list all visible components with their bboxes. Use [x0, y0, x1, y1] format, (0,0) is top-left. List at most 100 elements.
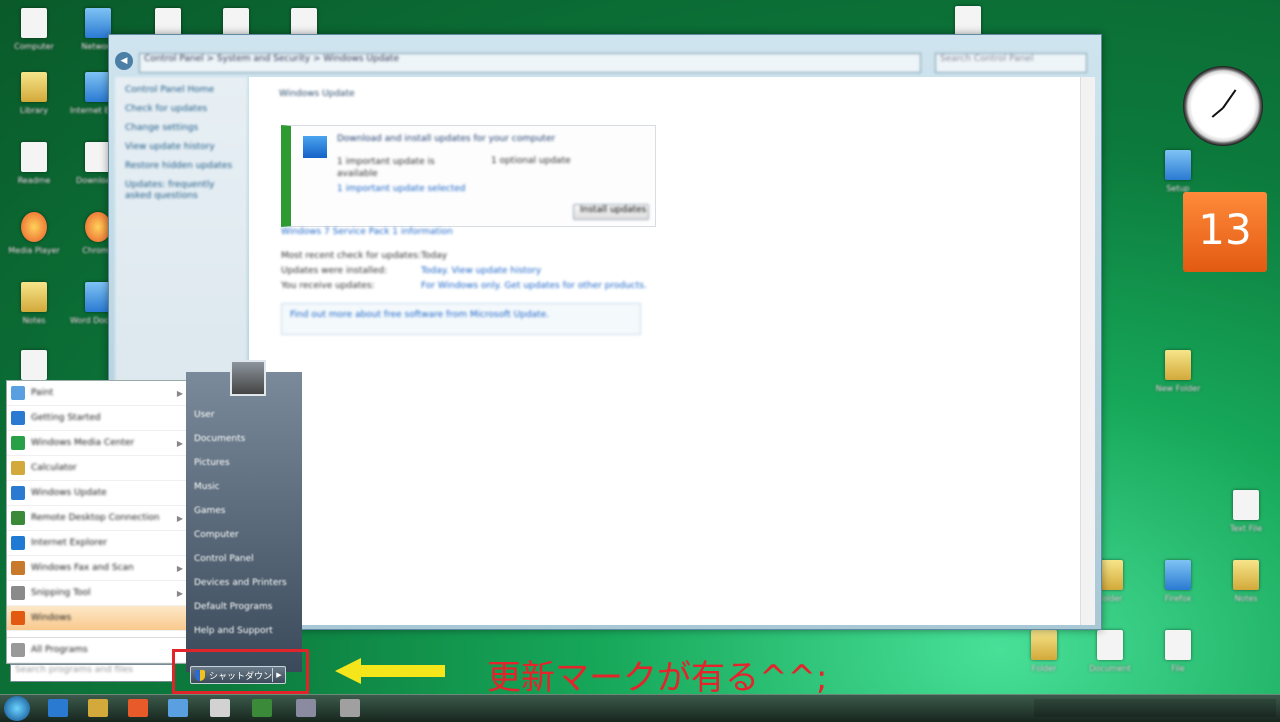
start-menu: Paint ▶ Getting Started Windows Media Cente…	[0, 360, 302, 694]
taskbar-media-icon[interactable]	[128, 699, 148, 717]
card-title: Download and install updates for your co…	[337, 134, 556, 144]
start-menu-item[interactable]: All Programs	[7, 637, 187, 663]
start-menu-place[interactable]: User	[194, 410, 215, 420]
service-pack-link[interactable]: Windows 7 Service Pack 1 information	[281, 227, 453, 237]
start-orb-icon[interactable]	[4, 696, 30, 721]
install-updates-button[interactable]: Install updates	[573, 204, 649, 220]
desktop-icon-label: New Folder	[1155, 384, 1201, 393]
desktop-icon[interactable]: Media Player	[6, 212, 62, 255]
start-menu-place[interactable]: Music	[194, 482, 220, 492]
sidebar-link[interactable]: View update history	[125, 142, 237, 153]
start-menu-place[interactable]: Documents	[194, 434, 245, 444]
card-link[interactable]: 1 important update selected	[337, 184, 465, 194]
start-menu-item[interactable]: Windows	[7, 606, 187, 631]
calendar-gadget[interactable]: 13	[1183, 192, 1267, 272]
clock-gadget[interactable]	[1183, 66, 1263, 146]
sidebar-link[interactable]: Check for updates	[125, 104, 237, 115]
windows-update-icon	[303, 136, 327, 158]
desktop-icon[interactable]: Readme	[6, 142, 62, 185]
taskbar-app-icon[interactable]	[168, 699, 188, 717]
back-icon[interactable]: ◀	[115, 52, 133, 70]
desktop-icon[interactable]: Firefox	[1150, 560, 1206, 603]
sidebar-link[interactable]: Change settings	[125, 123, 237, 134]
start-menu-item-label: All Programs	[31, 645, 88, 655]
desktop-icon[interactable]: Text File	[1218, 490, 1274, 533]
start-menu-item-label: Windows Media Center	[31, 438, 135, 448]
start-menu-item-label: Windows	[31, 613, 72, 623]
start-menu-item[interactable]: Getting Started	[7, 406, 187, 431]
card-optional[interactable]: 1 optional update	[491, 156, 571, 166]
info-value[interactable]: For Windows only. Get updates for other …	[421, 281, 647, 291]
start-menu-item[interactable]: Calculator	[7, 456, 187, 481]
desktop-icon[interactable]: Setup	[1150, 150, 1206, 193]
program-icon	[11, 586, 25, 600]
desktop-icon[interactable]: Computer	[6, 8, 62, 51]
taskbar-app3-icon[interactable]	[296, 699, 316, 717]
program-icon	[11, 461, 25, 475]
program-icon	[11, 643, 25, 657]
submenu-arrow-icon: ▶	[176, 388, 183, 398]
highlight-box	[172, 649, 309, 694]
desktop-icon-label: Notes	[1234, 594, 1258, 603]
program-icon	[11, 386, 25, 400]
address-text: Control Panel > System and Security > Wi…	[144, 54, 400, 64]
card-description[interactable]: 1 important update is available	[337, 156, 477, 180]
taskbar-ie-icon[interactable]	[48, 699, 68, 717]
desktop-icon-label: Library	[20, 106, 48, 115]
start-menu-place[interactable]: Default Programs	[194, 602, 272, 612]
address-bar[interactable]: Control Panel > System and Security > Wi…	[139, 53, 921, 73]
desktop-icon-label: Readme	[17, 176, 51, 185]
doc-icon	[21, 142, 47, 172]
sidebar-link[interactable]: Restore hidden updates	[125, 161, 237, 172]
taskbar-app4-icon[interactable]	[340, 699, 360, 717]
pointer-arrow	[335, 658, 445, 684]
desktop-icon[interactable]: New Folder	[1150, 350, 1206, 393]
sidebar-link[interactable]: Updates: frequently asked questions	[125, 180, 237, 202]
taskbar-app2-icon[interactable]	[252, 699, 272, 717]
desktop-icon[interactable]: Document	[1082, 630, 1138, 673]
doc-icon	[955, 6, 981, 36]
user-avatar[interactable]	[230, 360, 266, 396]
sidebar-link[interactable]: Control Panel Home	[125, 85, 237, 96]
content-area: Windows Update Download and install upda…	[249, 77, 1095, 625]
start-search-input[interactable]: Search programs and files	[10, 664, 174, 682]
desktop-icon[interactable]: Library	[6, 72, 62, 115]
taskbar-window-icon[interactable]	[210, 699, 230, 717]
start-menu-place[interactable]: Pictures	[194, 458, 230, 468]
start-menu-place[interactable]: Control Panel	[194, 554, 254, 564]
install-updates-label: Install updates	[580, 205, 647, 215]
microsoft-update-note[interactable]: Find out more about free software from M…	[281, 303, 641, 335]
start-menu-item[interactable]: Snipping Tool ▶	[7, 581, 187, 606]
update-card: Download and install updates for your co…	[281, 125, 656, 227]
search-input[interactable]: Search Control Panel	[935, 53, 1087, 73]
desktop-icon[interactable]: Folder	[1016, 630, 1072, 673]
start-menu-item[interactable]: Windows Media Center ▶	[7, 431, 187, 456]
system-tray[interactable]	[1034, 699, 1276, 717]
program-icon	[11, 411, 25, 425]
taskbar	[0, 694, 1280, 722]
taskbar-explorer-icon[interactable]	[88, 699, 108, 717]
desktop-icon[interactable]: Notes	[1218, 560, 1274, 603]
start-menu-item[interactable]: Windows Fax and Scan ▶	[7, 556, 187, 581]
submenu-arrow-icon: ▶	[176, 588, 183, 598]
start-menu-place[interactable]: Computer	[194, 530, 239, 540]
start-menu-item-label: Remote Desktop Connection	[31, 513, 160, 523]
start-menu-item[interactable]: Remote Desktop Connection ▶	[7, 506, 187, 531]
desktop-icon[interactable]: File	[1150, 630, 1206, 673]
start-menu-place[interactable]: Games	[194, 506, 225, 516]
start-menu-item-label: Snipping Tool	[31, 588, 91, 598]
desktop-icon-label: File	[1171, 664, 1185, 673]
start-menu-programs: Paint ▶ Getting Started Windows Media Cente…	[6, 380, 188, 664]
program-icon	[11, 486, 25, 500]
start-menu-place[interactable]: Help and Support	[194, 626, 273, 636]
doc-icon	[1165, 630, 1191, 660]
start-menu-item[interactable]: Internet Explorer	[7, 531, 187, 556]
folder-icon	[1165, 350, 1191, 380]
start-menu-item[interactable]: Windows Update	[7, 481, 187, 506]
vertical-scrollbar[interactable]	[1080, 77, 1095, 625]
info-value[interactable]: Today. View update history	[421, 266, 541, 276]
start-menu-item[interactable]: Paint ▶	[7, 381, 187, 406]
start-menu-place[interactable]: Devices and Printers	[194, 578, 287, 588]
info-label: Updates were installed:	[281, 266, 388, 276]
desktop-icon[interactable]: Notes	[6, 282, 62, 325]
